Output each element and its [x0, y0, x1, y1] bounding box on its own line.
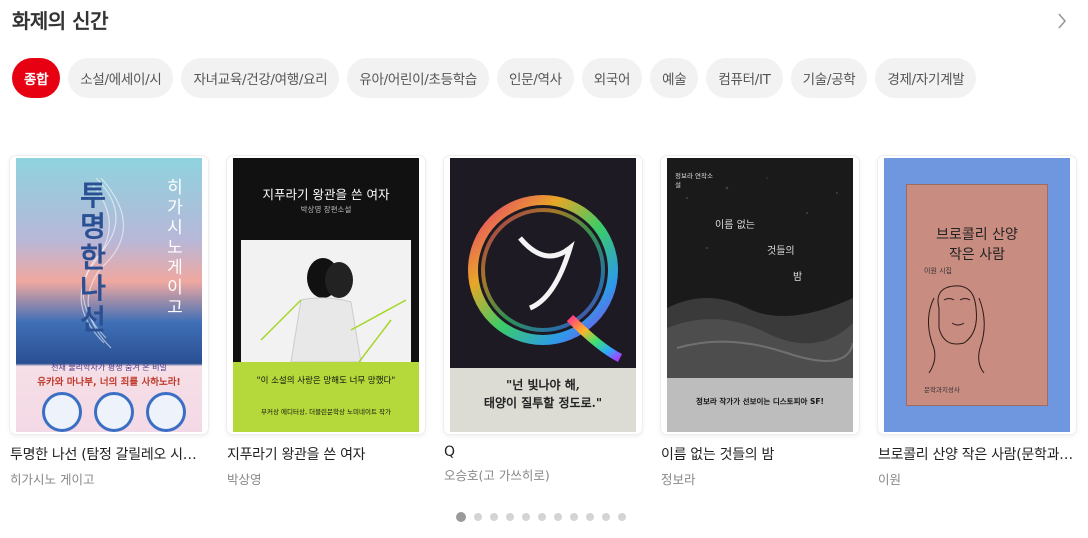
pager-dot[interactable] — [618, 513, 626, 521]
book-cover[interactable]: "넌 빛나야 해, 태양이 질투할 정도로." — [444, 156, 642, 434]
cover-quote: "이 소설의 사랑은 망해도 너무 망했다" — [256, 376, 396, 386]
book-title[interactable]: 투명한 나선 (탐정 갈릴레오 시리즈) — [10, 444, 208, 464]
cover-title: 투명한 나선 — [80, 179, 106, 336]
book-cover[interactable]: 지푸라기 왕관을 쓴 여자 박상영 장편소설 "이 소설의 사랑은 망해도 너무… — [227, 156, 425, 434]
book-card[interactable]: 투명한 나선 히가시노 게이고 천재 물리학자가 평생 숨겨 온 비밀 유카와 … — [10, 156, 208, 488]
pager-dot[interactable] — [554, 513, 562, 521]
cover-tagline: 천재 물리학자가 평생 숨겨 온 비밀 — [51, 363, 167, 372]
cover-title: 이름 없는 — [715, 220, 755, 231]
book-title[interactable]: Q — [444, 444, 642, 460]
cover-tagline: 정보라 작가가 선보이는 디스토피아 SF! — [696, 397, 824, 406]
book-author[interactable]: 이원 — [878, 469, 1076, 488]
book-title[interactable]: 브로콜리 산양 작은 사람(문학과지성 시인선) — [878, 444, 1076, 464]
pager-dot[interactable] — [456, 512, 466, 522]
pager-dot[interactable] — [522, 513, 530, 521]
book-cover[interactable]: 정보라 연작소설 이름 없는 것들의 밤 정보라 작가가 선보이는 디스토피아 … — [661, 156, 859, 434]
chip-category[interactable]: 소설/에세이/시 — [68, 58, 174, 98]
carousel-pager — [456, 512, 626, 522]
chip-category[interactable]: 예술 — [650, 58, 699, 98]
book-author[interactable]: 오승호(고 가쓰히로) — [444, 465, 642, 484]
cover-author: 히가시노 게이고 — [167, 178, 183, 318]
cover-publisher: 문학과지성사 — [924, 386, 960, 394]
book-card[interactable]: "넌 빛나야 해, 태양이 질투할 정도로." Q 오승호(고 가쓰히로) — [444, 156, 642, 488]
category-chips: 종합 소설/에세이/시 자녀교육/건강/여행/요리 유아/어린이/초등학습 인문… — [12, 58, 977, 98]
chip-category[interactable]: 경제/자기계발 — [875, 58, 977, 98]
book-author[interactable]: 히가시노 게이고 — [10, 469, 208, 488]
chip-category[interactable]: 외국어 — [581, 58, 643, 98]
chevron-right-icon[interactable] — [1052, 11, 1072, 31]
cover-subtitle: 박상영 장편소설 — [300, 205, 352, 214]
book-author[interactable]: 정보라 — [661, 469, 859, 488]
book-card[interactable]: 정보라 연작소설 이름 없는 것들의 밤 정보라 작가가 선보이는 디스토피아 … — [661, 156, 859, 488]
section-title: 화제의 신간 — [12, 9, 108, 33]
pager-dot[interactable] — [570, 513, 578, 521]
chip-category[interactable]: 컴퓨터/IT — [706, 58, 783, 98]
pager-dot[interactable] — [538, 513, 546, 521]
book-title[interactable]: 지푸라기 왕관을 쓴 여자 — [227, 444, 425, 464]
pager-dot[interactable] — [506, 513, 514, 521]
chip-category[interactable]: 자녀교육/건강/여행/요리 — [181, 58, 340, 98]
book-cover[interactable]: 투명한 나선 히가시노 게이고 천재 물리학자가 평생 숨겨 온 비밀 유카와 … — [10, 156, 208, 434]
cover-blurb: 부커상 에디터상, 더블린문학상 노미네이트 작가 — [261, 408, 391, 416]
book-author[interactable]: 박상영 — [227, 469, 425, 488]
cover-quote: 태양이 질투할 정도로." — [483, 396, 603, 410]
chip-category[interactable]: 종합 — [12, 58, 61, 98]
book-card[interactable]: 브로콜리 산양 작은 사람 이원 시집 문학과지성사 브로콜리 산양 작은 사람… — [878, 156, 1076, 488]
cover-title: 것들의 — [767, 246, 795, 257]
cover-corner: 정보라 연작소설 — [675, 172, 713, 189]
cover-tagline: 유카와 마나부, 너의 죄를 사하노라! — [37, 377, 181, 388]
cover-title: 지푸라기 왕관을 쓴 여자 — [262, 187, 390, 202]
chip-category[interactable]: 인문/역사 — [497, 58, 574, 98]
chip-category[interactable]: 유아/어린이/초등학습 — [347, 58, 489, 98]
pager-dot[interactable] — [586, 513, 594, 521]
book-card[interactable]: 지푸라기 왕관을 쓴 여자 박상영 장편소설 "이 소설의 사랑은 망해도 너무… — [227, 156, 425, 488]
book-cover[interactable]: 브로콜리 산양 작은 사람 이원 시집 문학과지성사 — [878, 156, 1076, 434]
chip-category[interactable]: 기술/공학 — [790, 58, 868, 98]
pager-dot[interactable] — [474, 513, 482, 521]
pager-dot[interactable] — [490, 513, 498, 521]
cover-quote: "넌 빛나야 해, — [506, 378, 580, 392]
pager-dot[interactable] — [602, 513, 610, 521]
book-title[interactable]: 이름 없는 것들의 밤 — [661, 444, 859, 464]
book-carousel: 투명한 나선 히가시노 게이고 천재 물리학자가 평생 숨겨 온 비밀 유카와 … — [10, 156, 1076, 488]
section-header: 화제의 신간 — [12, 6, 1076, 36]
cover-title: 밤 — [793, 272, 803, 283]
